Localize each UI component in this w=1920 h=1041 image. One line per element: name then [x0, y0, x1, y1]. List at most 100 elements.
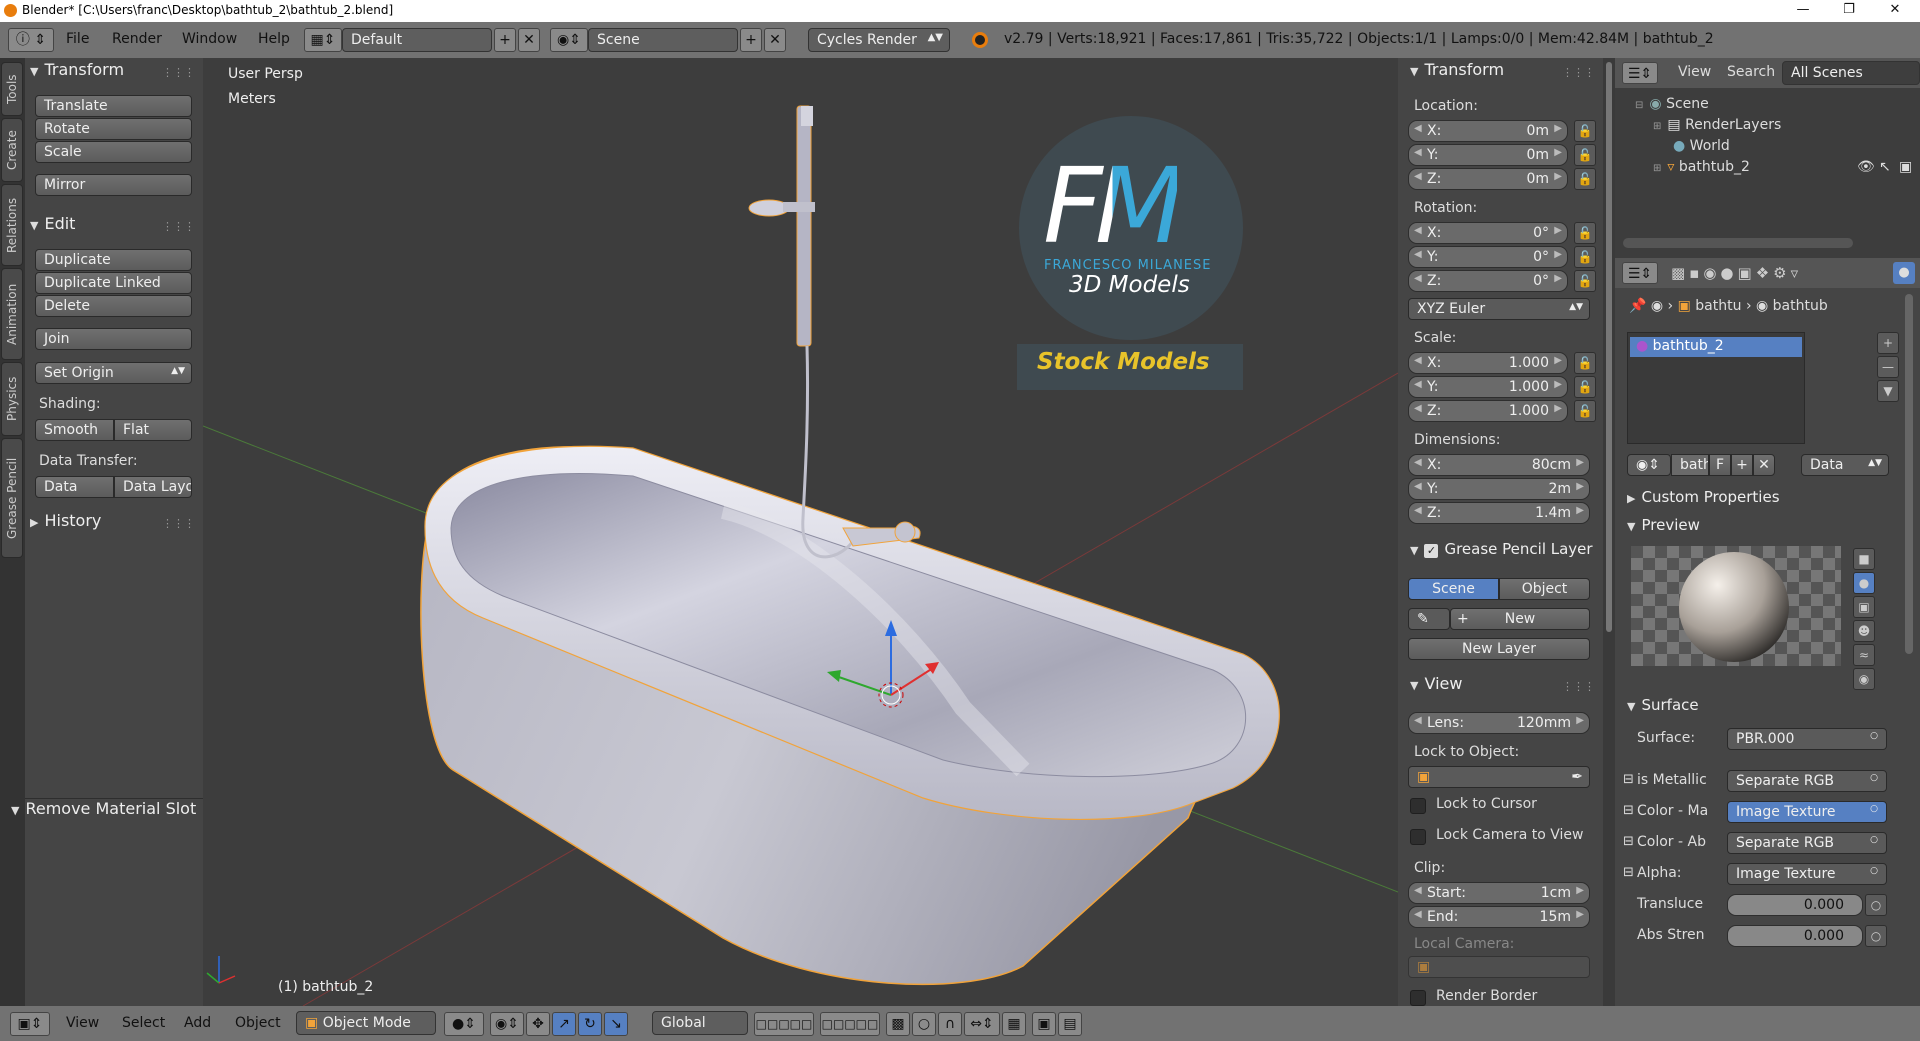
- scale-manipulator-icon[interactable]: ↘: [604, 1012, 628, 1036]
- outliner-type-icon[interactable]: ☰⇕: [1622, 62, 1658, 84]
- material-slot-list[interactable]: ● bathtub_2: [1627, 332, 1805, 444]
- rotation-y-field[interactable]: ◀ Y: 0° ▶: [1408, 246, 1568, 268]
- pin-icon[interactable]: 📌: [1629, 298, 1646, 314]
- rotation-mode-dropdown[interactable]: XYZ Euler ▲▼: [1408, 298, 1590, 320]
- lock-icon[interactable]: 🔓: [1574, 376, 1596, 398]
- gp-scene-tab[interactable]: Scene: [1408, 578, 1499, 600]
- scale-button[interactable]: Scale: [35, 141, 192, 163]
- grease-pencil-header[interactable]: ▼ ✓ Grease Pencil Layer: [1410, 540, 1593, 564]
- menu-add[interactable]: Add: [184, 1015, 211, 1031]
- clip-start-field[interactable]: ◀ Start: 1cm ▶: [1408, 882, 1590, 904]
- drag-grip-icon[interactable]: ⋮⋮⋮: [162, 517, 195, 530]
- lock-icon[interactable]: 🔓: [1574, 222, 1596, 244]
- screen-layout-icon[interactable]: ▦⇕: [304, 28, 342, 52]
- outliner-filter-dropdown[interactable]: All Scenes: [1782, 61, 1920, 85]
- add-scene-icon[interactable]: +: [740, 28, 762, 52]
- render-engine-dropdown[interactable]: Cycles Render ▲▼: [808, 28, 950, 52]
- clip-end-field[interactable]: ◀ End: 15m ▶: [1408, 906, 1590, 928]
- new-material-icon[interactable]: +: [1731, 454, 1753, 476]
- gp-object-tab[interactable]: Object: [1499, 578, 1590, 600]
- surface-header[interactable]: ▼ Surface: [1627, 696, 1699, 720]
- gp-new-button[interactable]: + New: [1450, 608, 1590, 630]
- snap-element-icon[interactable]: ⇔⇕: [964, 1012, 1000, 1036]
- socket-link-icon[interactable]: ○: [1865, 894, 1887, 916]
- menu-object[interactable]: Object: [235, 1015, 281, 1031]
- rotation-z-field[interactable]: ◀ Z: 0° ▶: [1408, 270, 1568, 292]
- outliner-scrollbar[interactable]: [1623, 238, 1853, 248]
- local-camera-field[interactable]: ▣: [1408, 956, 1590, 978]
- material-tab-icon[interactable]: ●: [1893, 262, 1915, 284]
- lock-icon[interactable]: 🔓: [1574, 168, 1596, 190]
- translucency-slider[interactable]: 0.000: [1727, 894, 1863, 916]
- rotation-x-field[interactable]: ◀ X: 0° ▶: [1408, 222, 1568, 244]
- layers-row-2-icon[interactable]: □□□□□: [820, 1012, 880, 1036]
- manipulator-toggle-icon[interactable]: ✥: [526, 1012, 550, 1036]
- opengl-animation-icon[interactable]: ▤: [1058, 1012, 1082, 1036]
- properties-scrollbar[interactable]: [1905, 294, 1913, 654]
- color-ab-dropdown[interactable]: Separate RGB ○: [1727, 832, 1887, 854]
- outliner-item-bathtub[interactable]: ⊞ ▿ bathtub_2: [1653, 159, 1750, 175]
- outliner-search-menu[interactable]: Search: [1727, 64, 1775, 80]
- opengl-render-icon[interactable]: ▣: [1032, 1012, 1056, 1036]
- editor-type-button[interactable]: ⓘ ⇕: [8, 28, 54, 52]
- add-screen-icon[interactable]: +: [494, 28, 516, 52]
- input-socket-icon[interactable]: ⊟: [1623, 772, 1634, 787]
- editor-type-3d-icon[interactable]: ▣⇕: [10, 1012, 50, 1036]
- proportional-edit-icon[interactable]: ○: [912, 1012, 936, 1036]
- checkbox-icon[interactable]: ✓: [1424, 544, 1439, 558]
- preview-flat-icon[interactable]: ■: [1853, 548, 1875, 570]
- maximize-icon[interactable]: ❐: [1826, 0, 1872, 22]
- remove-slot-icon[interactable]: —: [1877, 356, 1899, 378]
- bathtub-mesh[interactable]: [420, 445, 1280, 986]
- pivot-point-icon[interactable]: ◉⇕: [490, 1012, 524, 1036]
- remove-screen-icon[interactable]: ✕: [518, 28, 540, 52]
- tab-create[interactable]: Create: [1, 118, 23, 182]
- scene-icon[interactable]: ◉⇕: [550, 28, 588, 52]
- tab-animation[interactable]: Animation: [1, 268, 23, 360]
- translate-manipulator-icon[interactable]: ↗: [552, 1012, 576, 1036]
- render-border-checkbox[interactable]: [1410, 990, 1426, 1006]
- orientation-dropdown[interactable]: Global: [652, 1011, 748, 1035]
- lock-object-field[interactable]: ▣ ✒: [1408, 766, 1590, 788]
- alpha-dropdown[interactable]: Image Texture ○: [1727, 863, 1887, 885]
- menu-select[interactable]: Select: [122, 1015, 165, 1031]
- socket-link-icon[interactable]: ○: [1865, 925, 1887, 947]
- lock-icon[interactable]: 🔓: [1574, 120, 1596, 142]
- layers-row-1-icon[interactable]: □□□□□: [754, 1012, 814, 1036]
- unlink-material-icon[interactable]: ✕: [1753, 454, 1775, 476]
- tab-tools[interactable]: Tools: [1, 62, 23, 116]
- location-y-field[interactable]: ◀ Y: 0m ▶: [1408, 144, 1568, 166]
- material-name-field[interactable]: batht: [1671, 454, 1709, 476]
- snap-target-icon[interactable]: ▦: [1002, 1012, 1026, 1036]
- location-z-field[interactable]: ◀ Z: 0m ▶: [1408, 168, 1568, 190]
- smooth-button[interactable]: Smooth: [35, 419, 114, 441]
- history-panel-header[interactable]: ▶ History: [30, 511, 101, 535]
- snap-toggle-icon[interactable]: ∩: [938, 1012, 962, 1036]
- menu-render[interactable]: Render: [112, 31, 162, 47]
- view-panel-header[interactable]: ▼ View: [1410, 674, 1462, 698]
- outliner-item-renderlayers[interactable]: ⊞ ▤ RenderLayers: [1653, 117, 1781, 133]
- viewport-shading-icon[interactable]: ●⇕: [444, 1012, 484, 1036]
- scale-y-field[interactable]: ◀ Y: 1.000 ▶: [1408, 376, 1568, 398]
- drag-grip-icon[interactable]: ⋮⋮⋮: [1562, 66, 1595, 79]
- lock-icon[interactable]: 🔓: [1574, 144, 1596, 166]
- properties-type-icon[interactable]: ☰⇕: [1622, 262, 1658, 284]
- material-browse-icon[interactable]: ◉⇕: [1627, 454, 1671, 476]
- set-origin-dropdown[interactable]: Set Origin ▲▼: [35, 362, 192, 384]
- data-transfer-button[interactable]: Data: [35, 476, 114, 498]
- menu-file[interactable]: File: [66, 31, 89, 47]
- menu-window[interactable]: Window: [182, 31, 237, 47]
- menu-view[interactable]: View: [66, 1015, 99, 1031]
- visibility-eye-icon[interactable]: 👁: [1857, 159, 1875, 175]
- translate-button[interactable]: Translate: [35, 95, 192, 117]
- mirror-button[interactable]: Mirror: [35, 174, 192, 196]
- duplicate-linked-button[interactable]: Duplicate Linked: [35, 272, 192, 294]
- lock-icon[interactable]: 🔓: [1574, 352, 1596, 374]
- n-transform-header[interactable]: ▼ Transform: [1410, 60, 1504, 84]
- remove-scene-icon[interactable]: ✕: [764, 28, 786, 52]
- n-panel-scrollbar[interactable]: [1603, 58, 1615, 1006]
- custom-properties-header[interactable]: ▶ Custom Properties: [1627, 488, 1780, 512]
- outliner-item-world[interactable]: ● World: [1673, 138, 1730, 154]
- flat-button[interactable]: Flat: [114, 419, 192, 441]
- preview-monkey-icon[interactable]: ☻: [1853, 620, 1875, 642]
